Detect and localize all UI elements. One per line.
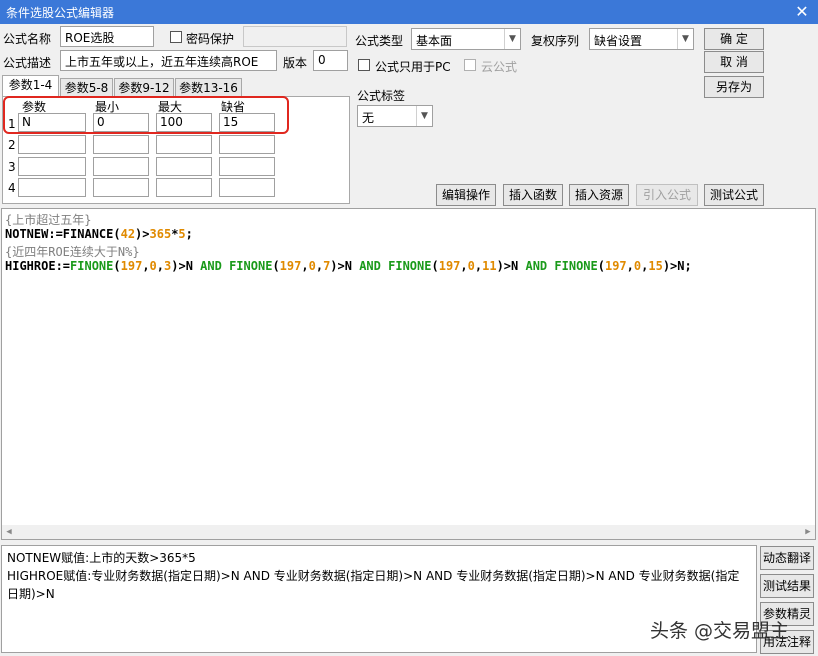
tab-params-5-8[interactable]: 参数5-8 xyxy=(60,78,113,98)
dynamic-translate-button[interactable]: 动态翻译 xyxy=(760,546,814,570)
import-formula-button[interactable]: 引入公式 xyxy=(636,184,698,206)
scroll-left-icon[interactable]: ◀ xyxy=(2,525,16,539)
code-line-notnew: NOTNEW:=FINANCE(42)>365*5; xyxy=(5,227,193,241)
tab-params-13-16[interactable]: 参数13-16 xyxy=(175,78,242,98)
edit-operation-button[interactable]: 编辑操作 xyxy=(436,184,496,206)
translation-panel: NOTNEW赋值:上市的天数>365*5 HIGHROE赋值:专业财务数据(指定… xyxy=(1,545,757,653)
param-name-input[interactable] xyxy=(18,157,86,176)
formula-type-value: 基本面 xyxy=(416,34,453,48)
cancel-button[interactable]: 取 消 xyxy=(704,51,764,73)
test-formula-button[interactable]: 测试公式 xyxy=(704,184,764,206)
param-row-number: 4 xyxy=(8,181,16,195)
cloud-label: 云公式 xyxy=(481,60,518,74)
horizontal-scrollbar[interactable]: ◀ ▶ xyxy=(2,525,815,539)
insert-resource-button[interactable]: 插入资源 xyxy=(569,184,629,206)
param-max-input[interactable] xyxy=(156,178,212,197)
param-max-input[interactable] xyxy=(156,135,212,154)
insert-function-button[interactable]: 插入函数 xyxy=(503,184,563,206)
test-result-button[interactable]: 测试结果 xyxy=(760,574,814,598)
rights-series-label: 复权序列 xyxy=(531,34,580,48)
rights-series-value: 缺省设置 xyxy=(594,34,643,48)
scroll-right-icon[interactable]: ▶ xyxy=(801,525,815,539)
window-title: 条件选股公式编辑器 xyxy=(6,6,115,20)
param-default-input[interactable] xyxy=(219,178,275,197)
password-input[interactable] xyxy=(243,26,347,47)
param-min-input[interactable] xyxy=(93,135,149,154)
watermark: 头条 @交易盟主 xyxy=(650,620,790,642)
highlight-box xyxy=(3,96,289,134)
formula-tag-label: 公式标签 xyxy=(357,89,406,103)
formula-tag-value: 无 xyxy=(362,111,375,125)
param-row-number: 3 xyxy=(8,160,16,174)
param-min-input[interactable] xyxy=(93,157,149,176)
param-default-input[interactable] xyxy=(219,135,275,154)
tab-params-1-4[interactable]: 参数1-4 xyxy=(2,75,59,98)
version-input[interactable]: 0 xyxy=(313,50,348,71)
param-min-input[interactable] xyxy=(93,178,149,197)
title-bar: 条件选股公式编辑器 ✕ xyxy=(0,0,818,24)
formula-desc-input[interactable]: 上市五年或以上，近五年连续高ROE xyxy=(60,50,277,71)
chevron-down-icon[interactable]: ▼ xyxy=(504,29,520,49)
version-label: 版本 xyxy=(283,56,308,70)
chevron-down-icon[interactable]: ▼ xyxy=(677,29,693,49)
param-default-input[interactable] xyxy=(219,157,275,176)
formula-tag-select[interactable]: 无 ▼ xyxy=(357,105,433,127)
code-comment: {近四年ROE连续大于N%} xyxy=(5,245,140,259)
translation-line: 日期)>N xyxy=(7,587,55,601)
chevron-down-icon[interactable]: ▼ xyxy=(416,106,432,126)
param-row-number: 2 xyxy=(8,138,16,152)
param-name-input[interactable] xyxy=(18,178,86,197)
close-icon[interactable]: ✕ xyxy=(792,2,812,22)
save-as-button[interactable]: 另存为 xyxy=(704,76,764,98)
ok-button[interactable]: 确 定 xyxy=(704,28,764,50)
formula-type-select[interactable]: 基本面 ▼ xyxy=(411,28,521,50)
param-name-input[interactable] xyxy=(18,135,86,154)
translation-line: HIGHROE赋值:专业财务数据(指定日期)>N AND 专业财务数据(指定日期… xyxy=(7,569,740,583)
password-label: 密码保护 xyxy=(186,32,235,46)
translation-line: NOTNEW赋值:上市的天数>365*5 xyxy=(7,551,196,565)
formula-desc-label: 公式描述 xyxy=(3,56,52,70)
password-checkbox[interactable] xyxy=(170,31,182,43)
formula-name-input[interactable]: ROE选股 xyxy=(60,26,154,47)
tab-params-9-12[interactable]: 参数9-12 xyxy=(114,78,174,98)
cloud-checkbox[interactable] xyxy=(464,59,476,71)
code-editor[interactable]: {上市超过五年} NOTNEW:=FINANCE(42)>365*5; {近四年… xyxy=(1,208,816,540)
pc-only-label: 公式只用于PC xyxy=(375,60,451,74)
code-line-highroe: HIGHROE:=FINONE(197,0,3)>N AND FINONE(19… xyxy=(5,259,692,273)
code-comment: {上市超过五年} xyxy=(5,213,92,227)
formula-name-label: 公式名称 xyxy=(3,32,52,46)
formula-type-label: 公式类型 xyxy=(355,34,404,48)
param-max-input[interactable] xyxy=(156,157,212,176)
pc-only-checkbox[interactable] xyxy=(358,59,370,71)
rights-series-select[interactable]: 缺省设置 ▼ xyxy=(589,28,694,50)
